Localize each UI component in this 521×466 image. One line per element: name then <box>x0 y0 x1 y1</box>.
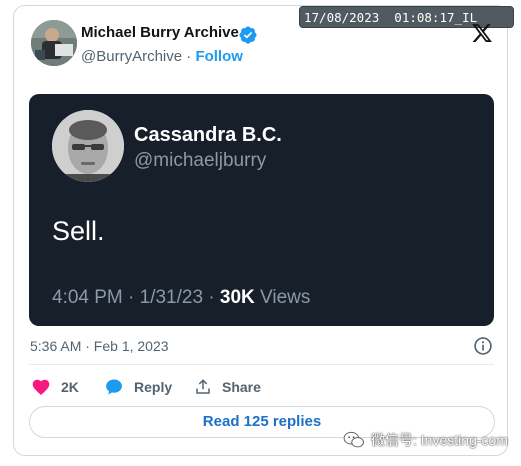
reply-button[interactable]: Reply <box>104 377 172 397</box>
share-button[interactable]: Share <box>194 377 261 397</box>
reply-bubble-icon <box>106 379 122 395</box>
verified-badge-icon <box>239 26 257 44</box>
author-avatar[interactable] <box>31 20 77 66</box>
wechat-watermark: 微信号: Investing-com <box>343 430 508 450</box>
post-timestamp[interactable]: 5:36 AM · Feb 1, 2023 <box>30 338 169 354</box>
reply-label: Reply <box>134 379 173 395</box>
info-icon[interactable] <box>473 336 493 356</box>
quoted-avatar[interactable] <box>52 110 124 182</box>
quoted-views-count: 30K <box>219 287 255 308</box>
quoted-author-name: Cassandra B.C. <box>134 124 282 146</box>
divider <box>29 364 494 365</box>
quoted-author-handle: @michaeljburry <box>134 150 267 171</box>
share-label: Share <box>222 379 261 395</box>
quoted-post[interactable]: Cassandra B.C. @michaeljburry Sell. 4:04… <box>29 94 494 326</box>
author-name[interactable]: Michael Burry Archive <box>81 24 239 41</box>
wechat-icon <box>343 431 364 448</box>
author-handle[interactable]: @BurryArchive <box>81 48 182 65</box>
follow-button[interactable]: Follow <box>195 48 243 65</box>
share-icon <box>196 379 210 394</box>
x-logo-icon[interactable] <box>470 22 494 44</box>
watermark-text: 微信号: Investing-com <box>371 432 508 448</box>
quoted-post-meta: 4:04 PM · 1/31/23 · 30K Views <box>52 287 310 309</box>
quoted-post-text: Sell. <box>52 216 105 246</box>
author-handle-line: @BurryArchive · Follow <box>81 48 243 65</box>
quoted-post-time: 4:04 PM · 1/31/23 · <box>52 287 220 308</box>
quoted-views-label: Views <box>254 287 311 308</box>
like-count: 2K <box>61 379 79 395</box>
heart-icon <box>32 379 50 395</box>
handle-separator: · <box>182 48 196 65</box>
like-button[interactable]: 2K <box>31 377 79 397</box>
